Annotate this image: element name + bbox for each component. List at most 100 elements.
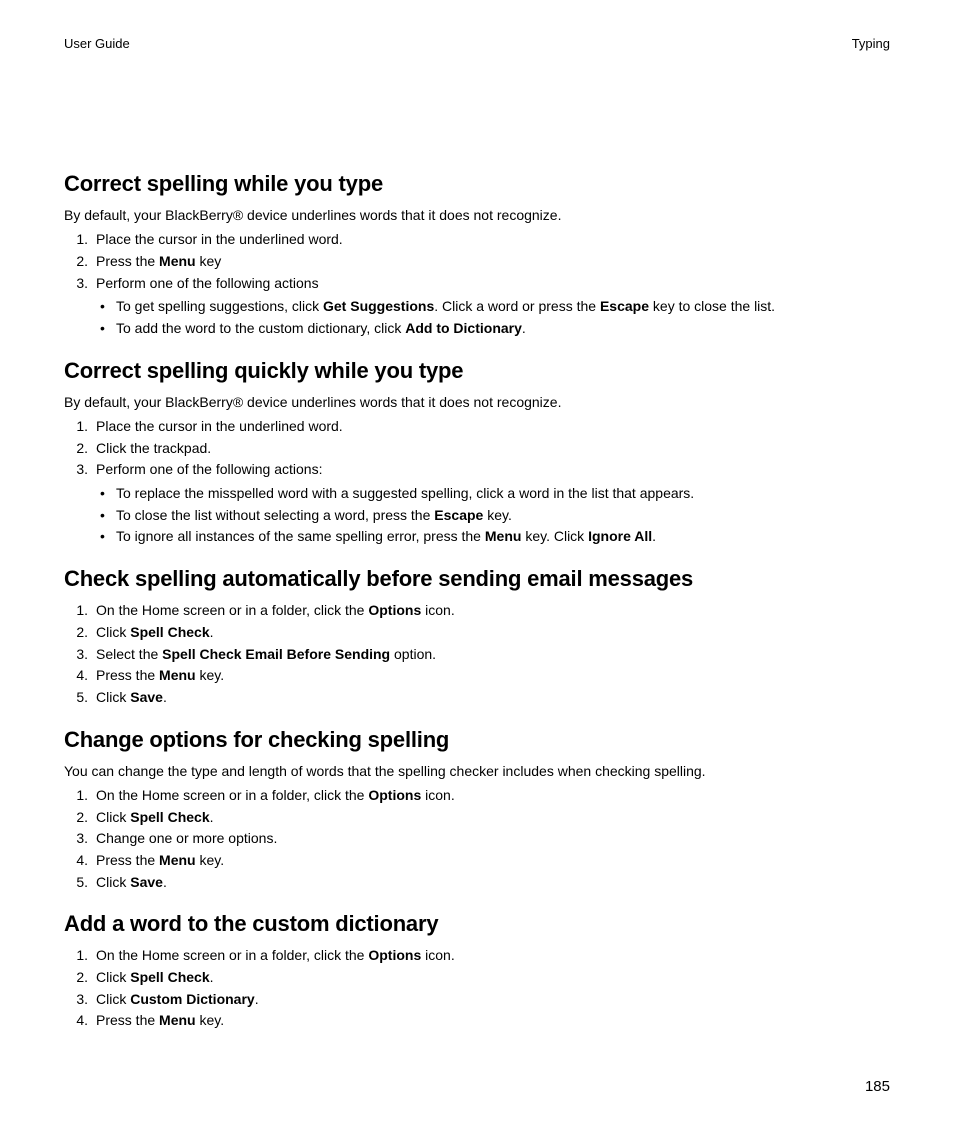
step-item: Click Save. xyxy=(64,872,890,894)
text: On the Home screen or in a folder, click… xyxy=(96,787,368,803)
text: Click xyxy=(96,874,130,890)
bold-text: Menu xyxy=(159,1012,196,1028)
step-item: On the Home screen or in a folder, click… xyxy=(64,785,890,807)
step-item: Perform one of the following actions To g… xyxy=(64,273,890,340)
text: Press the xyxy=(96,1012,159,1028)
section-title: Correct spelling while you type xyxy=(64,171,890,197)
sub-item: To add the word to the custom dictionary… xyxy=(96,318,890,340)
step-item: Press the Menu key xyxy=(64,251,890,273)
bold-text: Spell Check Email Before Sending xyxy=(162,646,390,662)
text: Select the xyxy=(96,646,162,662)
text: Click xyxy=(96,689,130,705)
text: . xyxy=(255,991,259,1007)
step-item: Press the Menu key. xyxy=(64,850,890,872)
header-left: User Guide xyxy=(64,36,130,51)
step-item: Click the trackpad. xyxy=(64,438,890,460)
step-item: Select the Spell Check Email Before Send… xyxy=(64,644,890,666)
text: To close the list without selecting a wo… xyxy=(116,507,434,523)
text: Click xyxy=(96,624,130,640)
bold-text: Save xyxy=(130,874,163,890)
text: Perform one of the following actions xyxy=(96,275,319,291)
text: To add the word to the custom dictionary… xyxy=(116,320,405,336)
text: . xyxy=(522,320,526,336)
text: On the Home screen or in a folder, click… xyxy=(96,947,368,963)
text: . xyxy=(163,689,167,705)
step-list: On the Home screen or in a folder, click… xyxy=(64,785,890,893)
text: . xyxy=(210,969,214,985)
header-right: Typing xyxy=(852,36,890,51)
step-item: Change one or more options. xyxy=(64,828,890,850)
text: icon. xyxy=(421,947,454,963)
bold-text: Menu xyxy=(159,852,196,868)
text: Place the cursor in the underlined word. xyxy=(96,231,343,247)
step-item: Click Spell Check. xyxy=(64,967,890,989)
step-item: Place the cursor in the underlined word. xyxy=(64,229,890,251)
step-item: Place the cursor in the underlined word. xyxy=(64,416,890,438)
bold-text: Spell Check xyxy=(130,809,209,825)
step-item: Click Custom Dictionary. xyxy=(64,989,890,1011)
page-number: 185 xyxy=(865,1078,890,1095)
text: icon. xyxy=(421,787,454,803)
document-page: User Guide Typing Correct spelling while… xyxy=(0,0,954,1145)
step-item: Click Spell Check. xyxy=(64,622,890,644)
text: key to close the list. xyxy=(649,298,775,314)
text: Perform one of the following actions: xyxy=(96,461,322,477)
bold-text: Save xyxy=(130,689,163,705)
bold-text: Menu xyxy=(159,253,196,269)
bold-text: Escape xyxy=(600,298,649,314)
bold-text: Get Suggestions xyxy=(323,298,434,314)
text: . Click a word or press the xyxy=(434,298,600,314)
text: . xyxy=(163,874,167,890)
text: key xyxy=(196,253,222,269)
sub-list: To get spelling suggestions, click Get S… xyxy=(96,296,890,339)
sub-item: To replace the misspelled word with a su… xyxy=(96,483,890,505)
bold-text: Spell Check xyxy=(130,624,209,640)
step-item: Press the Menu key. xyxy=(64,1010,890,1032)
text: Press the xyxy=(96,852,159,868)
text: key. xyxy=(196,852,225,868)
step-item: Perform one of the following actions: To … xyxy=(64,459,890,548)
text: Press the xyxy=(96,253,159,269)
section-intro: You can change the type and length of wo… xyxy=(64,761,890,781)
step-list: On the Home screen or in a folder, click… xyxy=(64,600,890,708)
section-intro: By default, your BlackBerry® device unde… xyxy=(64,392,890,412)
text: key. xyxy=(196,1012,225,1028)
text: Press the xyxy=(96,667,159,683)
text: Click xyxy=(96,969,130,985)
text: . xyxy=(210,624,214,640)
sub-item: To close the list without selecting a wo… xyxy=(96,505,890,527)
text: To ignore all instances of the same spel… xyxy=(116,528,485,544)
text: key. Click xyxy=(521,528,588,544)
page-header: User Guide Typing xyxy=(64,36,890,51)
text: option. xyxy=(390,646,436,662)
text: To replace the misspelled word with a su… xyxy=(116,485,694,501)
bold-text: Spell Check xyxy=(130,969,209,985)
bold-text: Custom Dictionary xyxy=(130,991,254,1007)
section-title: Correct spelling quickly while you type xyxy=(64,358,890,384)
bold-text: Options xyxy=(368,947,421,963)
step-item: Click Save. xyxy=(64,687,890,709)
sub-list: To replace the misspelled word with a su… xyxy=(96,483,890,548)
step-item: On the Home screen or in a folder, click… xyxy=(64,945,890,967)
text: key. xyxy=(196,667,225,683)
section-title: Change options for checking spelling xyxy=(64,727,890,753)
bold-text: Menu xyxy=(485,528,522,544)
step-list: Place the cursor in the underlined word.… xyxy=(64,229,890,339)
section-intro: By default, your BlackBerry® device unde… xyxy=(64,205,890,225)
text: Click xyxy=(96,809,130,825)
step-item: Press the Menu key. xyxy=(64,665,890,687)
text: Change one or more options. xyxy=(96,830,277,846)
text: Click xyxy=(96,991,130,1007)
text: To get spelling suggestions, click xyxy=(116,298,323,314)
text: . xyxy=(652,528,656,544)
step-list: On the Home screen or in a folder, click… xyxy=(64,945,890,1032)
bold-text: Ignore All xyxy=(588,528,652,544)
section-title: Check spelling automatically before send… xyxy=(64,566,890,592)
text: Click the trackpad. xyxy=(96,440,211,456)
text: . xyxy=(210,809,214,825)
step-item: Click Spell Check. xyxy=(64,807,890,829)
text: key. xyxy=(483,507,512,523)
step-list: Place the cursor in the underlined word.… xyxy=(64,416,890,548)
text: icon. xyxy=(421,602,454,618)
page-content: Correct spelling while you type By defaul… xyxy=(64,171,890,1032)
